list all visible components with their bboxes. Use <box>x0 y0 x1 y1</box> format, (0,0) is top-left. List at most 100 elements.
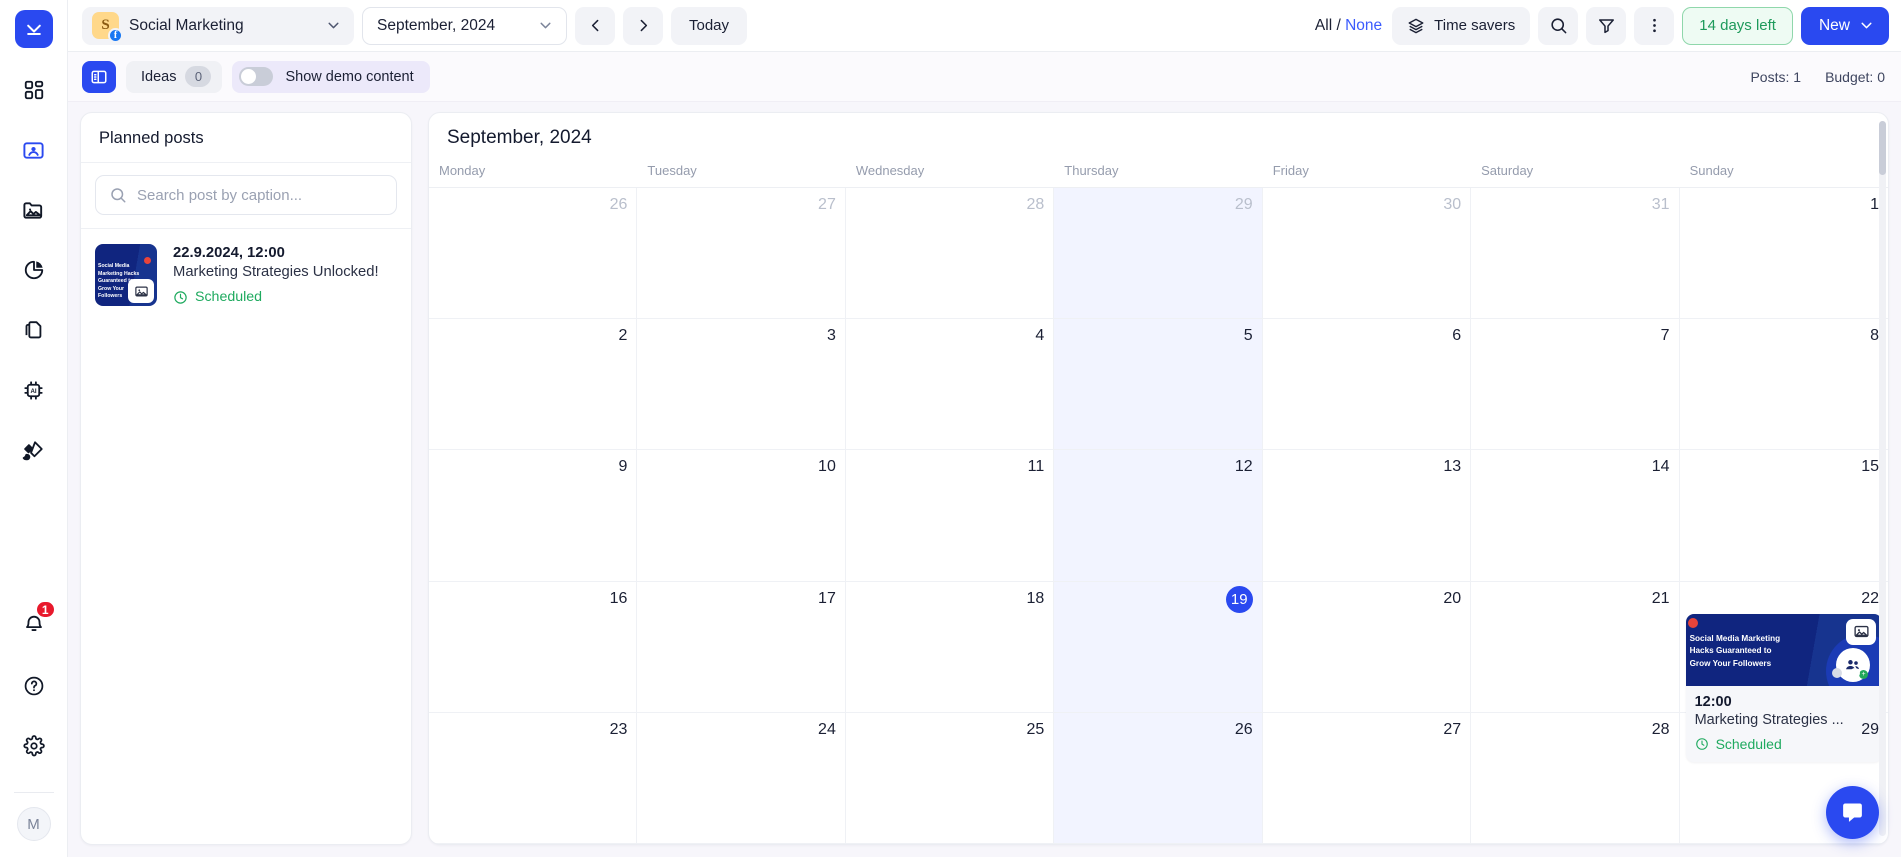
svg-text:AI: AI <box>30 387 36 394</box>
time-savers-button[interactable]: Time savers <box>1392 6 1531 45</box>
avatar[interactable]: M <box>16 807 51 841</box>
calendar: September, 2024 Monday Tuesday Wednesday… <box>428 112 1889 845</box>
calendar-day-cell[interactable]: 15 <box>1679 450 1888 582</box>
calendar-day-cell[interactable]: 1 <box>1679 188 1888 320</box>
top-toolbar: S f Social Marketing September, 2024 Tod… <box>68 0 1901 52</box>
prev-month-button[interactable] <box>575 6 615 45</box>
calendar-day-cell[interactable]: 13 <box>1262 450 1472 582</box>
calendar-day-cell[interactable]: 23 <box>429 712 638 844</box>
calendar-day-cell[interactable]: 12 <box>1054 450 1263 582</box>
select-none-link[interactable]: None <box>1345 17 1382 34</box>
filter-button[interactable] <box>1586 6 1627 45</box>
calendar-day-cell[interactable]: 7 <box>1471 319 1680 451</box>
filter-icon <box>1597 16 1616 35</box>
app-logo-icon[interactable] <box>14 10 53 48</box>
calendar-day-cell[interactable]: 26 <box>1054 712 1263 844</box>
day-number: 1 <box>1870 196 1879 213</box>
day-number: 11 <box>1027 458 1045 476</box>
sidebar-item-pages[interactable] <box>12 308 56 352</box>
planned-posts-search-wrap <box>81 163 411 229</box>
calendar-day-cell[interactable]: 27 <box>637 188 846 320</box>
profile-selector[interactable]: S f Social Marketing <box>82 6 354 45</box>
sidebar-item-design[interactable] <box>12 428 56 472</box>
calendar-day-cell[interactable]: 31 <box>1471 188 1680 320</box>
calendar-day-cell[interactable]: 25 <box>845 712 1055 844</box>
toggle-knob <box>241 69 257 84</box>
calendar-day-cell[interactable]: 26 <box>429 188 638 320</box>
calendar-day-cell[interactable]: 16 <box>429 581 638 713</box>
plus-badge-icon: + <box>1859 669 1868 679</box>
profile-name: Social Marketing <box>129 16 244 34</box>
thumbnail-dot-icon <box>1687 617 1698 628</box>
calendar-day-cell[interactable]: 14 <box>1471 450 1680 582</box>
day-number: 17 <box>818 589 836 607</box>
calendar-day-cell[interactable]: 4 <box>845 319 1055 451</box>
help-button[interactable] <box>12 664 56 708</box>
intercom-chat-button[interactable] <box>1826 786 1879 839</box>
posts-counter: Posts: 1 <box>1750 68 1802 85</box>
event-time: 12:00 <box>1694 693 1732 710</box>
select-all-link[interactable]: All <box>1315 17 1332 34</box>
calendar-day-cell[interactable]: 27 <box>1262 712 1472 844</box>
calendar-day-cell[interactable]: 18 <box>845 581 1055 713</box>
sidebar-item-dashboard[interactable] <box>12 68 56 112</box>
calendar-day-cell[interactable]: 11 <box>845 450 1055 582</box>
search-post-field[interactable] <box>95 175 397 215</box>
content-body: Planned posts Social Media Marketing Hac… <box>68 102 1901 857</box>
day-number: 29 <box>1234 196 1253 213</box>
calendar-day-cell[interactable]: 28 <box>1471 712 1680 844</box>
month-selector-value: September, 2024 <box>377 16 496 34</box>
calendar-title: September, 2024 <box>447 127 592 148</box>
today-button[interactable]: Today <box>671 6 748 45</box>
month-selector[interactable]: September, 2024 <box>362 6 567 45</box>
calendar-day-cell[interactable]: 29 <box>1054 188 1263 320</box>
calendar-day-cell[interactable]: 20 <box>1262 581 1472 713</box>
select-all-none: All / None <box>1315 17 1382 35</box>
new-button[interactable]: New <box>1800 6 1889 45</box>
planned-post-item[interactable]: Social Media Marketing Hacks Guaranteed … <box>81 229 411 321</box>
event-thumbnail-text: Social Media Marketing Hacks Guaranteed … <box>1689 633 1781 668</box>
calendar-day-cell[interactable]: 24 <box>637 712 846 844</box>
trial-badge[interactable]: 14 days left <box>1682 6 1793 45</box>
calendar-scrollbar[interactable] <box>1879 121 1886 836</box>
settings-button[interactable] <box>12 724 56 768</box>
ideas-label: Ideas <box>141 68 177 85</box>
search-post-input[interactable] <box>137 186 383 204</box>
day-number: 15 <box>1861 458 1879 476</box>
weekday-label: Monday <box>439 163 486 178</box>
calendar-day-cell[interactable]: 21 <box>1471 581 1680 713</box>
calendar-day-cell[interactable]: 28 <box>845 188 1055 320</box>
calendar-day-cell[interactable]: 8 <box>1679 319 1888 451</box>
day-number: 25 <box>1026 720 1045 738</box>
next-month-button[interactable] <box>623 6 663 45</box>
sidebar-item-media[interactable] <box>12 188 56 232</box>
search-button[interactable] <box>1538 6 1579 45</box>
calendar-day-cell[interactable]: 3 <box>637 319 846 451</box>
calendar-day-cell[interactable]: 2 <box>429 319 638 451</box>
sidebar-item-profiles[interactable] <box>12 128 56 172</box>
calendar-day-cell[interactable]: 17 <box>637 581 846 713</box>
more-options-button[interactable] <box>1634 6 1675 45</box>
ideas-chip[interactable]: Ideas 0 <box>126 60 223 93</box>
calendar-day-cell[interactable]: 5 <box>1054 319 1263 451</box>
select-separator: / <box>1336 16 1341 34</box>
side-panel-toggle[interactable] <box>82 60 116 93</box>
post-datetime: 22.9.2024, 12:00 <box>173 245 285 261</box>
calendar-scrollbar-thumb[interactable] <box>1879 121 1886 175</box>
layers-icon <box>1407 17 1425 35</box>
calendar-day-cell[interactable]: 22 Social Media Marketing Hacks Guarantee… <box>1679 582 1888 762</box>
calendar-day-cell[interactable]: 10 <box>637 450 846 582</box>
day-number: 6 <box>1452 327 1462 345</box>
notifications-button[interactable]: 1 <box>12 600 56 646</box>
calendar-day-cell[interactable]: 30 <box>1262 188 1472 320</box>
calendar-day-cell[interactable]: 19 <box>1054 581 1263 713</box>
sidebar-item-ai-tools[interactable]: AI <box>12 368 56 412</box>
calendar-day-cell[interactable]: 9 <box>429 450 638 582</box>
sidebar-item-analytics[interactable] <box>12 248 56 292</box>
day-number: 13 <box>1443 458 1462 476</box>
today-badge: 19 <box>1225 585 1253 613</box>
show-demo-content-chip[interactable]: Show demo content <box>232 60 430 93</box>
demo-content-toggle[interactable] <box>239 67 274 86</box>
day-number: 21 <box>1651 589 1670 607</box>
calendar-day-cell[interactable]: 6 <box>1262 319 1472 451</box>
